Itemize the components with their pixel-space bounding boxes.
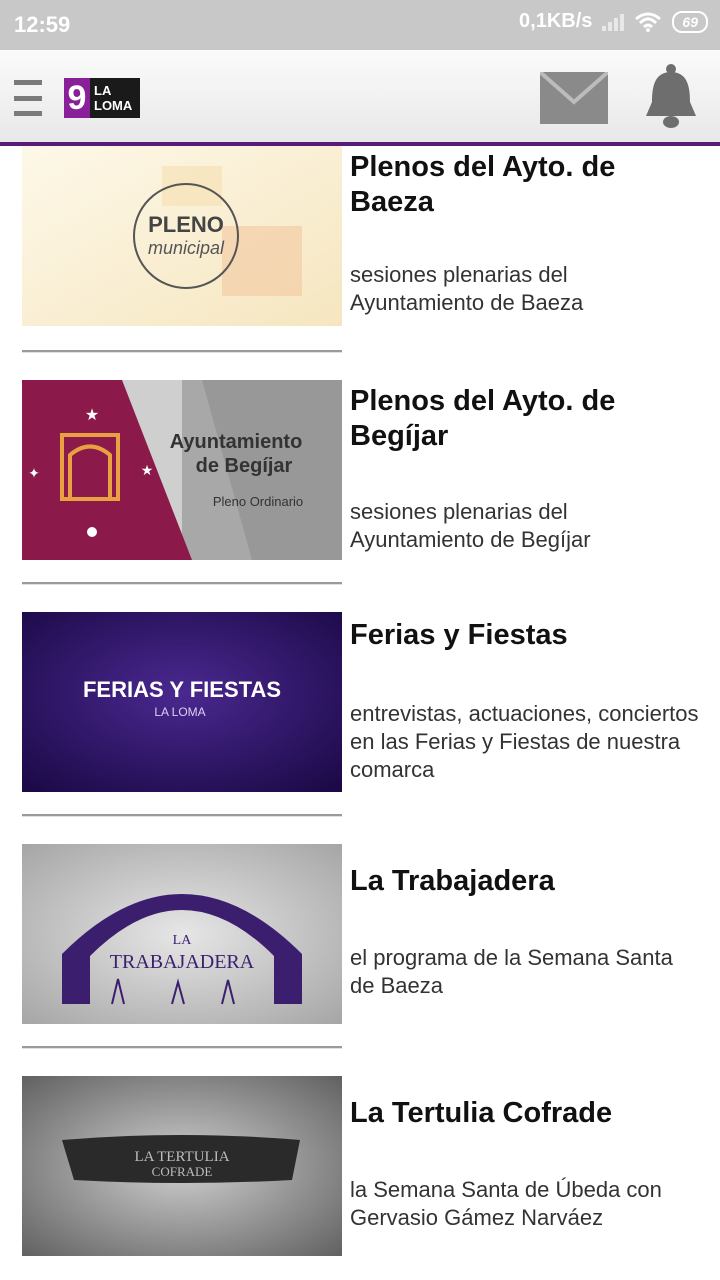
svg-text:★: ★ bbox=[85, 407, 99, 424]
thumbnail-ferias: FERIAS Y FIESTAS LA LOMA bbox=[22, 612, 342, 792]
status-time: 12:59 bbox=[14, 12, 71, 37]
status-bar: 12:59 0,1KB/s 69 bbox=[0, 0, 720, 50]
battery-icon: 69 bbox=[672, 10, 708, 33]
thumbnail-pleno-baeza: PLENO municipal bbox=[22, 146, 342, 326]
thumb-text: Ayuntamiento bbox=[170, 431, 303, 453]
item-description: entrevistas, actuaciones, conciertos en … bbox=[350, 701, 699, 782]
list-item[interactable]: FERIAS Y FIESTAS LA LOMA Ferias y Fiesta… bbox=[0, 612, 720, 792]
thumb-text: LA LOMA bbox=[154, 705, 205, 719]
separator bbox=[22, 582, 342, 585]
thumbnail-pleno-begijar: ★ ★ ✦ Ayuntamiento de Begíjar Pleno Ordi… bbox=[22, 380, 342, 560]
mail-icon[interactable] bbox=[540, 72, 608, 124]
item-description: la Semana Santa de Úbeda con Gervasio Gá… bbox=[350, 1177, 662, 1230]
thumb-text: FERIAS Y FIESTAS bbox=[83, 677, 281, 702]
thumb-text: LA bbox=[173, 933, 193, 948]
thumb-text: PLENO bbox=[148, 212, 224, 237]
svg-text:★: ★ bbox=[141, 462, 154, 478]
item-description: sesiones plenarias del Ayuntamiento de B… bbox=[350, 499, 591, 552]
item-description: el programa de la Semana Santa de Baeza bbox=[350, 945, 673, 998]
item-title: La Tertulia Cofrade bbox=[350, 1097, 613, 1129]
list-item[interactable]: LA TRABAJADERA La Trabajadera el program… bbox=[0, 844, 720, 1024]
menu-icon[interactable] bbox=[14, 80, 42, 116]
thumb-text: TRABAJADERA bbox=[110, 951, 255, 973]
item-title: La Trabajadera bbox=[350, 865, 555, 897]
separator bbox=[22, 1046, 342, 1049]
separator bbox=[22, 814, 342, 817]
thumbnail-trabajadera: LA TRABAJADERA bbox=[22, 844, 342, 1024]
thumbnail-tertulia: LA TERTULIA COFRADE bbox=[22, 1076, 342, 1256]
thumb-text: municipal bbox=[148, 238, 225, 258]
list-item[interactable]: ★ ★ ✦ Ayuntamiento de Begíjar Pleno Ordi… bbox=[0, 380, 720, 560]
thumb-text: LA TERTULIA bbox=[134, 1149, 229, 1165]
item-title: Ferias y Fiestas bbox=[350, 619, 568, 651]
bell-icon[interactable] bbox=[642, 64, 700, 130]
thumb-text: de Begíjar bbox=[196, 455, 293, 477]
logo-text: LA LOMA bbox=[90, 83, 132, 113]
logo-line-1: LA bbox=[94, 83, 112, 98]
item-title: Plenos del Ayto. de Begíjar bbox=[350, 385, 616, 452]
network-speed: 0,1KB/s bbox=[519, 10, 593, 32]
logo-line-2: LOMA bbox=[94, 98, 133, 113]
separator bbox=[22, 350, 342, 353]
app-bar: 9 LA LOMA bbox=[0, 50, 720, 146]
signal-icon bbox=[602, 13, 625, 31]
list-item[interactable]: PLENO municipal Plenos del Ayto. de Baez… bbox=[0, 146, 720, 326]
thumb-text: Pleno Ordinario bbox=[213, 494, 303, 509]
thumb-text: COFRADE bbox=[152, 1164, 213, 1179]
item-description: sesiones plenarias del Ayuntamiento de B… bbox=[350, 262, 584, 315]
logo-number: 9 bbox=[64, 78, 90, 118]
wifi-icon bbox=[635, 12, 662, 32]
item-title: Plenos del Ayto. de Baeza bbox=[350, 151, 616, 218]
app-logo: 9 LA LOMA bbox=[64, 78, 140, 118]
list-item[interactable]: LA TERTULIA COFRADE La Tertulia Cofrade … bbox=[0, 1076, 720, 1256]
svg-text:✦: ✦ bbox=[28, 465, 40, 481]
status-indicators: 0,1KB/s 69 bbox=[519, 10, 708, 33]
